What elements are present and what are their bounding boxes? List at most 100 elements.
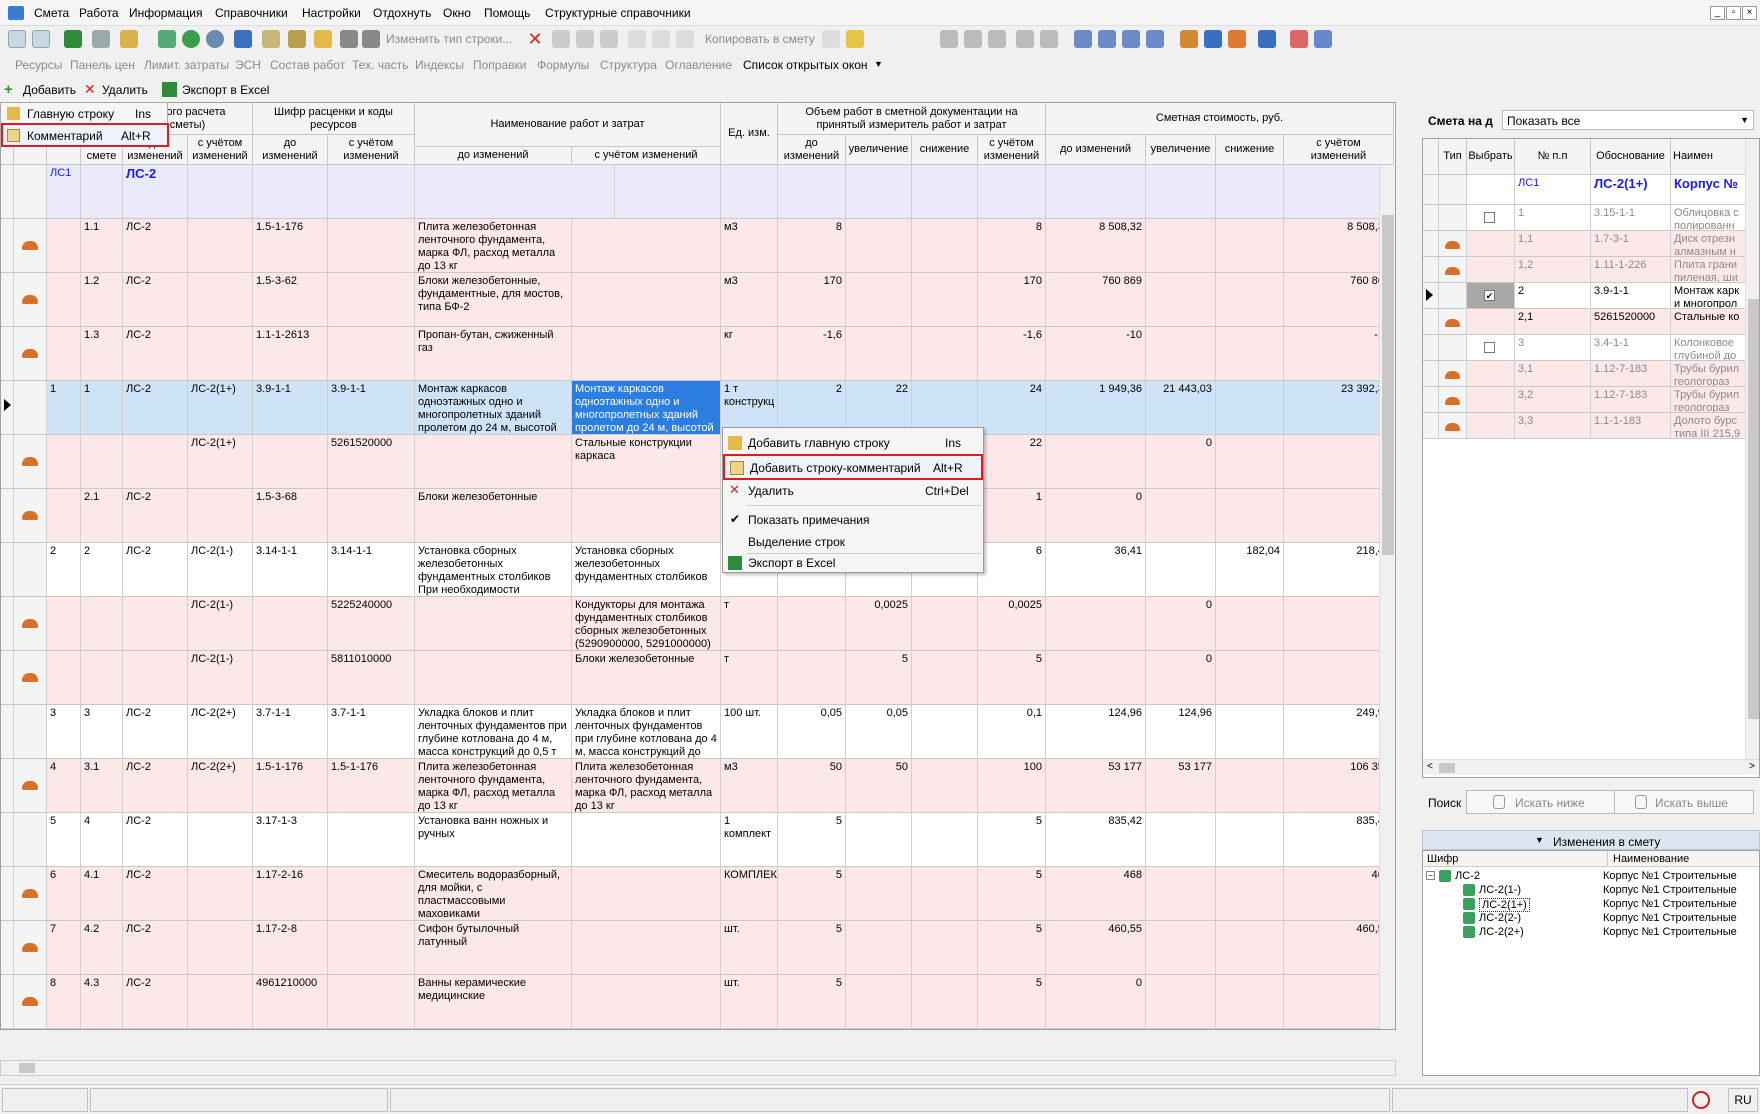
- toolbar-icon[interactable]: [288, 30, 306, 48]
- cell-vb[interactable]: 50: [778, 759, 846, 812]
- cell-name-a[interactable]: [572, 975, 721, 1028]
- cell-code-a[interactable]: 1.5-1-176: [328, 759, 415, 812]
- cell-c2[interactable]: [81, 435, 123, 488]
- cell-cb[interactable]: 760 869: [1046, 273, 1146, 326]
- cell-vd[interactable]: [912, 597, 978, 650]
- cell-ci[interactable]: [1146, 273, 1216, 326]
- select-checkbox[interactable]: [1484, 212, 1495, 223]
- refresh-icon[interactable]: [182, 30, 200, 48]
- cell-c1[interactable]: [47, 597, 81, 650]
- cell-cb[interactable]: [1046, 651, 1146, 704]
- table-row[interactable]: 7 4.2 ЛС-2 1.17-2-8 Сифон бутылочный латунны…: [1, 921, 1395, 975]
- cell-code-b[interactable]: 1.5-1-176: [253, 759, 328, 812]
- cell-code-a[interactable]: 3.9-1-1: [328, 381, 415, 434]
- cell-ca[interactable]: 0: [1284, 489, 1394, 542]
- cell-cb[interactable]: 0: [1046, 489, 1146, 542]
- cell-vd[interactable]: [912, 327, 978, 380]
- cell-ci[interactable]: [1146, 543, 1216, 596]
- cell-ci[interactable]: [1146, 867, 1216, 920]
- cell-c2[interactable]: 2.1: [81, 489, 123, 542]
- cell-name-a[interactable]: [572, 219, 721, 272]
- cell-c2[interactable]: 1.2: [81, 273, 123, 326]
- calc-icon[interactable]: [92, 30, 110, 48]
- cell-code-b[interactable]: 1.5-1-176: [253, 219, 328, 272]
- cell-c4[interactable]: [188, 327, 253, 380]
- cell-ca[interactable]: 0: [1284, 651, 1394, 704]
- chevron-down-icon[interactable]: ▼: [874, 59, 883, 69]
- menu-window[interactable]: Окно: [443, 6, 471, 20]
- cell-c1[interactable]: 4: [47, 759, 81, 812]
- cell-vb[interactable]: -1,6: [778, 327, 846, 380]
- cell-code-b[interactable]: 1.5-3-62: [253, 273, 328, 326]
- cell-vb[interactable]: 8: [778, 219, 846, 272]
- truck-icon[interactable]: [1204, 30, 1222, 48]
- table-row[interactable]: ЛС-2(1-) 5811010000 Блоки железобетонные т 5…: [1, 651, 1395, 705]
- cell-vi[interactable]: 0,0025: [846, 597, 912, 650]
- right-cell-ch[interactable]: [1467, 361, 1515, 386]
- cell-name-a[interactable]: [572, 489, 721, 542]
- right-table-row[interactable]: 1,1 1.7-3-1 Диск отрезн алмазным н: [1423, 231, 1751, 257]
- cell-name-b[interactable]: Плита железобетонная ленточного фундамен…: [415, 219, 572, 272]
- cell-vi[interactable]: [846, 219, 912, 272]
- cell-c2[interactable]: 4.2: [81, 921, 123, 974]
- indent-icon[interactable]: [1122, 30, 1140, 48]
- cell-name-a[interactable]: Стальные конструкции каркаса: [572, 435, 721, 488]
- cell-code-a[interactable]: [328, 219, 415, 272]
- copy-icon[interactable]: [652, 30, 670, 48]
- cell-ca[interactable]: 249,92: [1284, 705, 1394, 758]
- change-row-type-button[interactable]: Изменить тип строки...: [386, 32, 512, 46]
- right-cell-ch[interactable]: [1467, 205, 1515, 230]
- show-notes-item[interactable]: ✔ Показать примечания: [723, 509, 983, 531]
- right-cell-ch[interactable]: [1467, 387, 1515, 412]
- cell-ca[interactable]: 760 869: [1284, 273, 1394, 326]
- cell-vd[interactable]: [912, 273, 978, 326]
- cell-ca[interactable]: 0: [1284, 597, 1394, 650]
- cell-name-a[interactable]: [572, 813, 721, 866]
- cell-c2[interactable]: [81, 651, 123, 704]
- cell-ci[interactable]: 21 443,03: [1146, 381, 1216, 434]
- cell-name-b[interactable]: [415, 165, 615, 218]
- cell-vd[interactable]: [912, 975, 978, 1028]
- cell-cd[interactable]: [1216, 651, 1284, 704]
- cell-cd[interactable]: [1216, 327, 1284, 380]
- cell-vi[interactable]: [846, 273, 912, 326]
- cell-cd[interactable]: [1216, 759, 1284, 812]
- search-up-button[interactable]: Искать выше: [1614, 790, 1754, 814]
- cell-ci[interactable]: 0: [1146, 651, 1216, 704]
- cell-va[interactable]: 22: [978, 435, 1046, 488]
- cell-vd[interactable]: [912, 813, 978, 866]
- cell-ca[interactable]: 23 392,39: [1284, 381, 1394, 434]
- cell-code-a[interactable]: [328, 867, 415, 920]
- cell-ca[interactable]: 468: [1284, 867, 1394, 920]
- cell-c4[interactable]: ЛС-2(1+): [188, 435, 253, 488]
- cell-cb[interactable]: 53 177: [1046, 759, 1146, 812]
- toolbar-icon[interactable]: [846, 30, 864, 48]
- cell-vi[interactable]: [846, 921, 912, 974]
- menu-rabota[interactable]: Работа: [79, 6, 119, 20]
- cell-ci[interactable]: [1146, 489, 1216, 542]
- delete-icon[interactable]: ✕: [526, 30, 544, 48]
- cell-code-b[interactable]: 1.17-2-16: [253, 867, 328, 920]
- cell-code-b[interactable]: [253, 165, 328, 218]
- select-checkbox[interactable]: ✔: [1484, 290, 1495, 301]
- cell-name-a[interactable]: [572, 921, 721, 974]
- redo-icon[interactable]: [234, 30, 252, 48]
- toolbar-icon[interactable]: [1016, 30, 1034, 48]
- table-row[interactable]: 4 3.1 ЛС-2 ЛС-2(2+) 1.5-1-176 1.5-1-176 Плита …: [1, 759, 1395, 813]
- toolbar-icon[interactable]: [1040, 30, 1058, 48]
- cell-vb[interactable]: 0,05: [778, 705, 846, 758]
- cell-c1[interactable]: ЛС1: [47, 165, 81, 218]
- cell-c1[interactable]: [47, 219, 81, 272]
- cell-vd[interactable]: [912, 705, 978, 758]
- cell-c1[interactable]: 3: [47, 705, 81, 758]
- open-windows-button[interactable]: Список открытых окон: [743, 58, 868, 72]
- cell-c2[interactable]: 3.1: [81, 759, 123, 812]
- main-row-item[interactable]: Главную строку Ins: [1, 105, 167, 123]
- toolbar-icon[interactable]: [964, 30, 982, 48]
- tree-node[interactable]: ЛС-2(2-) Корпус №1 Строительные: [1423, 911, 1759, 925]
- cell-vi[interactable]: [846, 165, 912, 218]
- cell-name-b[interactable]: Установка сборных железобетонных фундаме…: [415, 543, 572, 596]
- cell-cd[interactable]: 182,04: [1216, 543, 1284, 596]
- cell-vb[interactable]: [778, 651, 846, 704]
- toolbar-icon[interactable]: [340, 30, 358, 48]
